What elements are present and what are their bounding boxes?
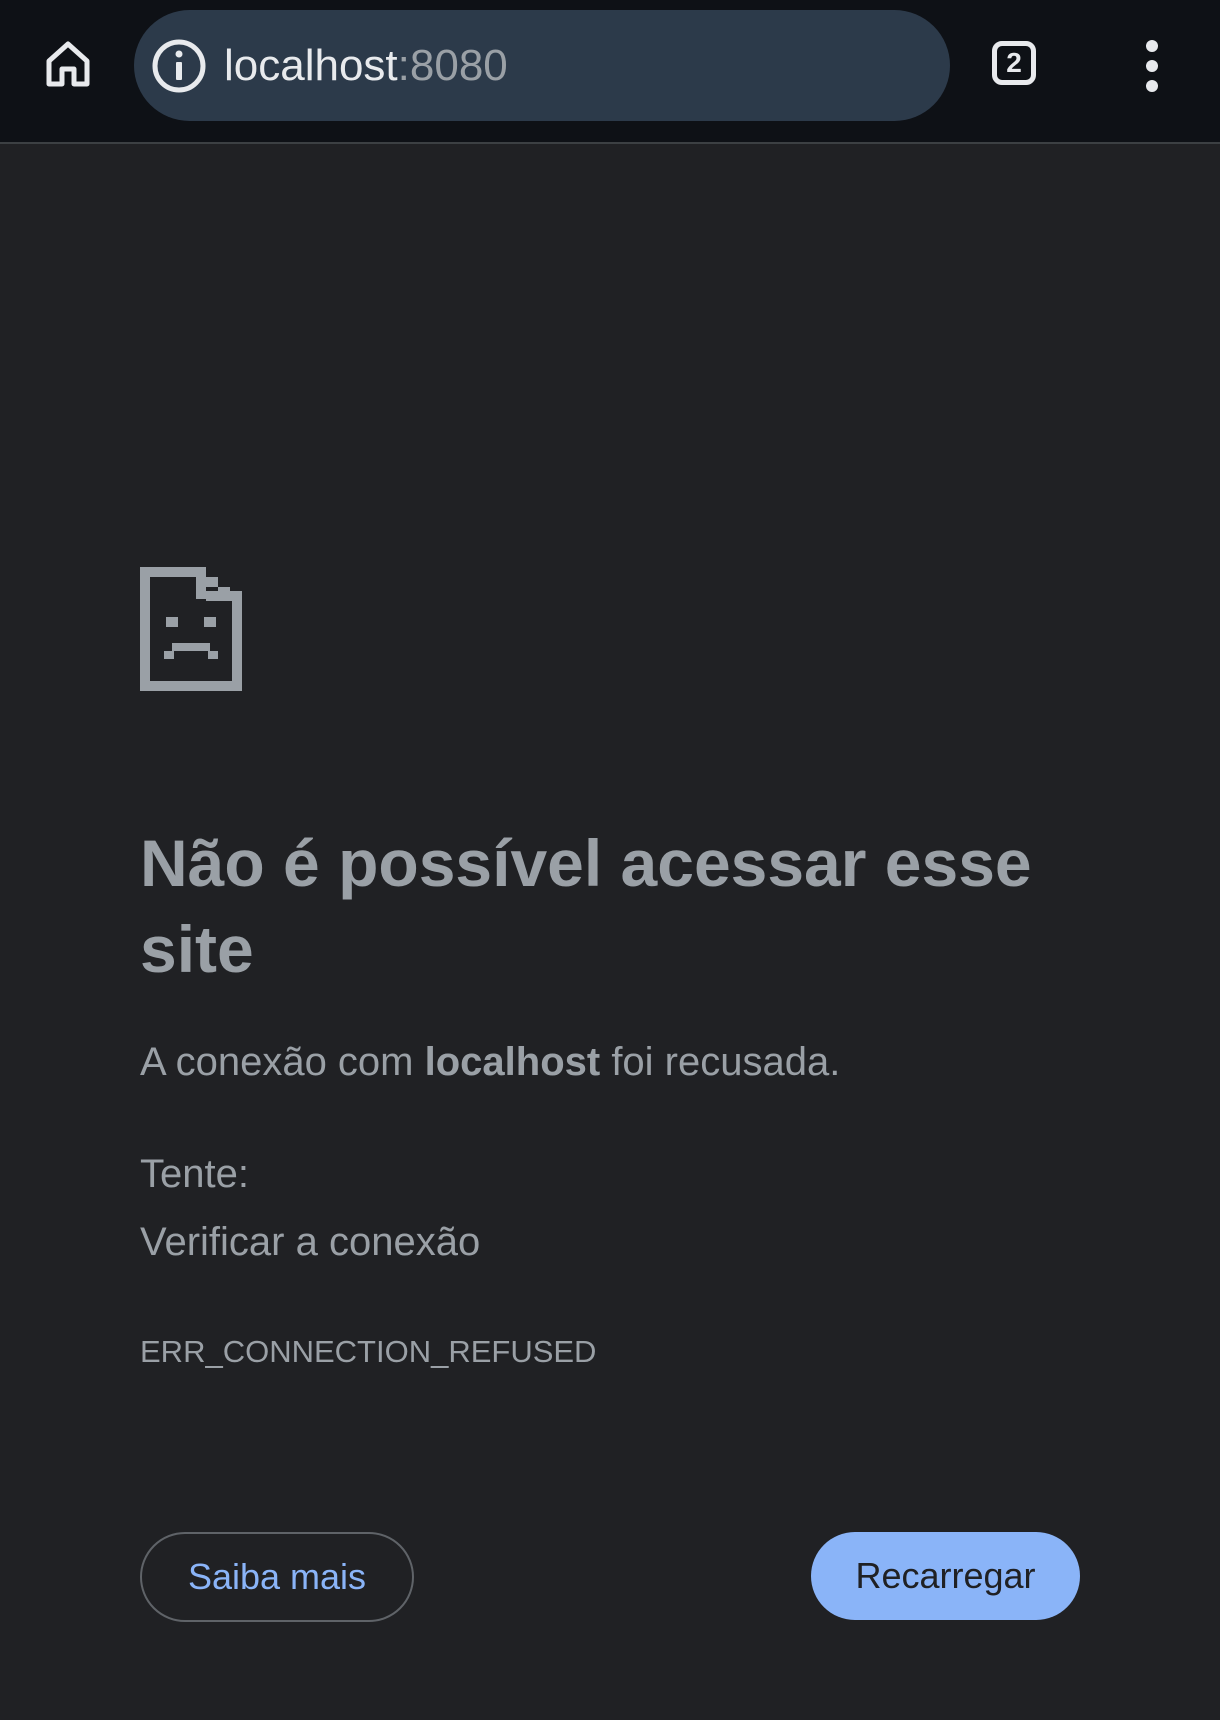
home-button[interactable] <box>36 32 100 96</box>
tab-switcher-button[interactable]: 2 <box>988 36 1046 94</box>
tab-switcher-icon: 2 <box>992 41 1036 85</box>
description-host: localhost <box>424 1040 601 1084</box>
details-button[interactable]: Saiba mais <box>140 1532 414 1622</box>
menu-button[interactable] <box>1130 36 1174 96</box>
error-code: ERR_CONNECTION_REFUSED <box>140 1334 597 1369</box>
error-description: A conexão com localhost foi recusada. <box>140 1040 840 1085</box>
description-suffix: foi recusada. <box>600 1040 841 1084</box>
suggestion-item: Verificar a conexão <box>140 1220 481 1264</box>
reload-button[interactable]: Recarregar <box>811 1532 1080 1620</box>
address-bar[interactable]: localhost:8080 <box>134 10 950 121</box>
more-vert-icon <box>1146 40 1158 92</box>
suggestions-label: Tente: <box>140 1152 249 1196</box>
info-icon[interactable] <box>150 37 208 95</box>
url-port: :8080 <box>397 41 508 90</box>
url-host: localhost <box>224 41 398 90</box>
tab-count: 2 <box>1006 47 1022 78</box>
error-title: Não é possível acessar esse site <box>140 826 1032 986</box>
home-icon <box>46 41 90 87</box>
url-text[interactable]: localhost:8080 <box>224 10 508 121</box>
description-prefix: A conexão com <box>140 1040 425 1084</box>
sad-page-icon <box>140 567 242 691</box>
browser-toolbar: localhost:8080 2 <box>0 0 1220 144</box>
